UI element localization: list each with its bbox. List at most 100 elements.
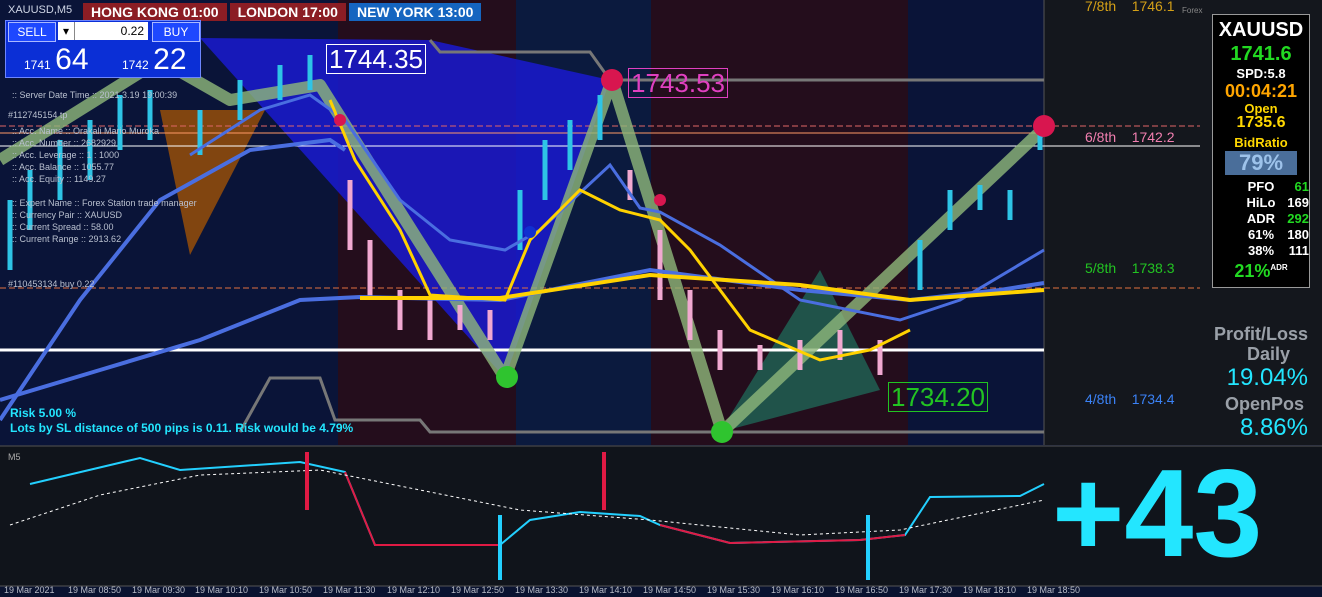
level-value: 1746.1 — [1131, 0, 1175, 14]
panel-spread: SPD:5.8 — [1236, 66, 1286, 81]
adr-sup: ADR — [1270, 263, 1288, 272]
time-tick: 19 Mar 09:30 — [132, 585, 186, 595]
row-key: HiLo — [1246, 195, 1276, 210]
price-tag-low: 1734.20 — [888, 382, 988, 412]
order-label-buy: #110453134 buy 0.22 — [8, 279, 95, 289]
row-value: 61 — [1294, 179, 1309, 194]
ask-price[interactable]: 1742 22 — [122, 43, 187, 77]
row-key: 61% — [1247, 227, 1275, 242]
time-tick: 19 Mar 10:50 — [259, 585, 313, 595]
lot-value: 0.22 — [120, 24, 144, 38]
panel-price: 1741.6 — [1230, 43, 1292, 65]
row-value: 111 — [1288, 243, 1309, 258]
level-label: 6/8th — [1085, 129, 1117, 145]
profit-daily: 19.04% — [1226, 364, 1308, 391]
time-tick: 19 Mar 18:10 — [963, 585, 1017, 595]
level-value: 1738.3 — [1131, 260, 1175, 276]
row-value: 169 — [1287, 195, 1309, 210]
info-line: :: Currency Pair :: XAUUSD — [12, 210, 123, 220]
session-name: HONG KONG — [91, 4, 179, 20]
time-tick: 19 Mar 14:10 — [579, 585, 633, 595]
panel-row: ADR 292 — [1213, 211, 1309, 226]
murrey-level-4-8: 4/8th 1734.4 — [1085, 391, 1175, 407]
symbol-info-panel: XAUUSD 1741.6 SPD:5.8 00:04:21 Open 1735… — [1212, 14, 1310, 288]
info-line: :: Server Date Time :: 2021.3.19 19:00:3… — [12, 90, 178, 100]
symbol-label: XAUUSD,M5 — [8, 4, 73, 16]
row-key: 38% — [1247, 243, 1275, 258]
row-key: PFO — [1247, 179, 1275, 194]
adr-percent: 21% — [1234, 261, 1271, 281]
row-value: 292 — [1287, 211, 1309, 226]
ask-prefix: 1742 — [122, 58, 149, 72]
level-label: 7/8th — [1085, 0, 1117, 14]
ask-big: 22 — [153, 43, 187, 76]
info-line: :: Acc. Name :: Orakali Mario Muroka — [12, 126, 160, 136]
murrey-level-6-8: 6/8th 1742.2 — [1085, 129, 1175, 145]
panel-row: PFO 61 — [1213, 179, 1309, 194]
info-line: :: Current Range :: 2913.62 — [12, 234, 122, 244]
info-line: :: Acc. Leverage :: 1 : 1000 — [12, 150, 120, 160]
info-line: :: Acc. Number :: 2682929 — [12, 138, 117, 148]
session-time: 13:00 — [437, 4, 474, 20]
panel-bidratio-label: BidRatio — [1234, 135, 1288, 150]
chevron-down-icon[interactable]: ▾ — [58, 22, 75, 40]
info-line: :: Expert Name :: Forex Station trade ma… — [12, 198, 197, 208]
forex-tag: Forex — [1182, 6, 1203, 15]
one-click-trading-panel: SELL ▾ 0.22 BUY 1741 64 1742 22 — [5, 20, 201, 78]
panel-row: HiLo 169 — [1213, 195, 1309, 210]
session-london: LONDON 17:00 — [229, 3, 346, 21]
buy-button[interactable]: BUY — [152, 22, 200, 42]
murrey-level-7-8: 7/8th 1746.1 — [1085, 0, 1175, 14]
session-time: 17:00 — [302, 4, 338, 20]
row-value: 180 — [1287, 227, 1309, 242]
session-time: 01:00 — [182, 4, 219, 20]
profit-title: Profit/Loss — [1213, 324, 1308, 344]
panel-open: 1735.6 — [1236, 114, 1286, 131]
time-tick: 19 Mar 2021 — [4, 585, 55, 595]
sub-window-label: M5 — [8, 452, 21, 462]
time-tick: 19 Mar 15:30 — [707, 585, 761, 595]
time-tick: 19 Mar 12:10 — [387, 585, 441, 595]
order-label-tp: #112745154 tp — [8, 110, 68, 120]
session-name: NEW YORK — [356, 4, 434, 20]
pips-big-number: +43 — [1052, 445, 1263, 583]
info-line: :: Current Spread :: 58.00 — [12, 222, 114, 232]
lot-size-input[interactable]: ▾ 0.22 — [58, 22, 148, 40]
price-tag-mid: 1743.53 — [628, 68, 728, 98]
openpos-label: OpenPos — [1224, 394, 1304, 414]
price-tag-high: 1744.35 — [326, 44, 426, 74]
session-bar: HONG KONG 01:00 LONDON 17:00 NEW YORK 13… — [83, 3, 482, 21]
time-tick: 19 Mar 11:30 — [323, 585, 376, 595]
time-tick: 19 Mar 08:50 — [68, 585, 122, 595]
time-tick: 19 Mar 17:30 — [899, 585, 953, 595]
panel-bidratio: 79% — [1225, 151, 1297, 175]
time-tick: 19 Mar 18:50 — [1027, 585, 1081, 595]
panel-timer: 00:04:21 — [1224, 81, 1298, 101]
time-tick: 19 Mar 16:10 — [771, 585, 825, 595]
panel-row: 38% 111 — [1213, 243, 1309, 258]
time-tick: 19 Mar 13:30 — [515, 585, 569, 595]
info-line: :: Acc. Balance :: 1055.77 — [12, 162, 115, 172]
time-tick: 19 Mar 10:10 — [195, 585, 249, 595]
row-key: ADR — [1246, 211, 1276, 226]
level-value: 1734.4 — [1131, 391, 1175, 407]
session-hongkong: HONG KONG 01:00 — [83, 3, 227, 21]
session-newyork: NEW YORK 13:00 — [348, 3, 482, 21]
time-tick: 19 Mar 14:50 — [643, 585, 697, 595]
bid-prefix: 1741 — [24, 58, 51, 72]
risk-detail: Lots by SL distance of 500 pips is 0.11.… — [10, 421, 354, 435]
session-name: LONDON — [237, 4, 299, 20]
panel-adr: 21%ADR — [1213, 261, 1309, 282]
panel-symbol: XAUUSD — [1218, 19, 1304, 41]
level-label: 5/8th — [1085, 260, 1117, 276]
panel-row: 61% 180 — [1213, 227, 1309, 242]
profit-daily-label: Daily — [1246, 344, 1290, 364]
risk-line: Risk 5.00 % — [10, 406, 77, 420]
bid-price[interactable]: 1741 64 — [24, 43, 89, 77]
info-line: :: Acc. Equity :: 1149.27 — [12, 174, 106, 184]
openpos-value: 8.86% — [1239, 414, 1308, 441]
level-label: 4/8th — [1085, 391, 1117, 407]
level-value: 1742.2 — [1131, 129, 1175, 145]
time-tick: 19 Mar 12:50 — [451, 585, 505, 595]
sell-button[interactable]: SELL — [8, 22, 56, 42]
